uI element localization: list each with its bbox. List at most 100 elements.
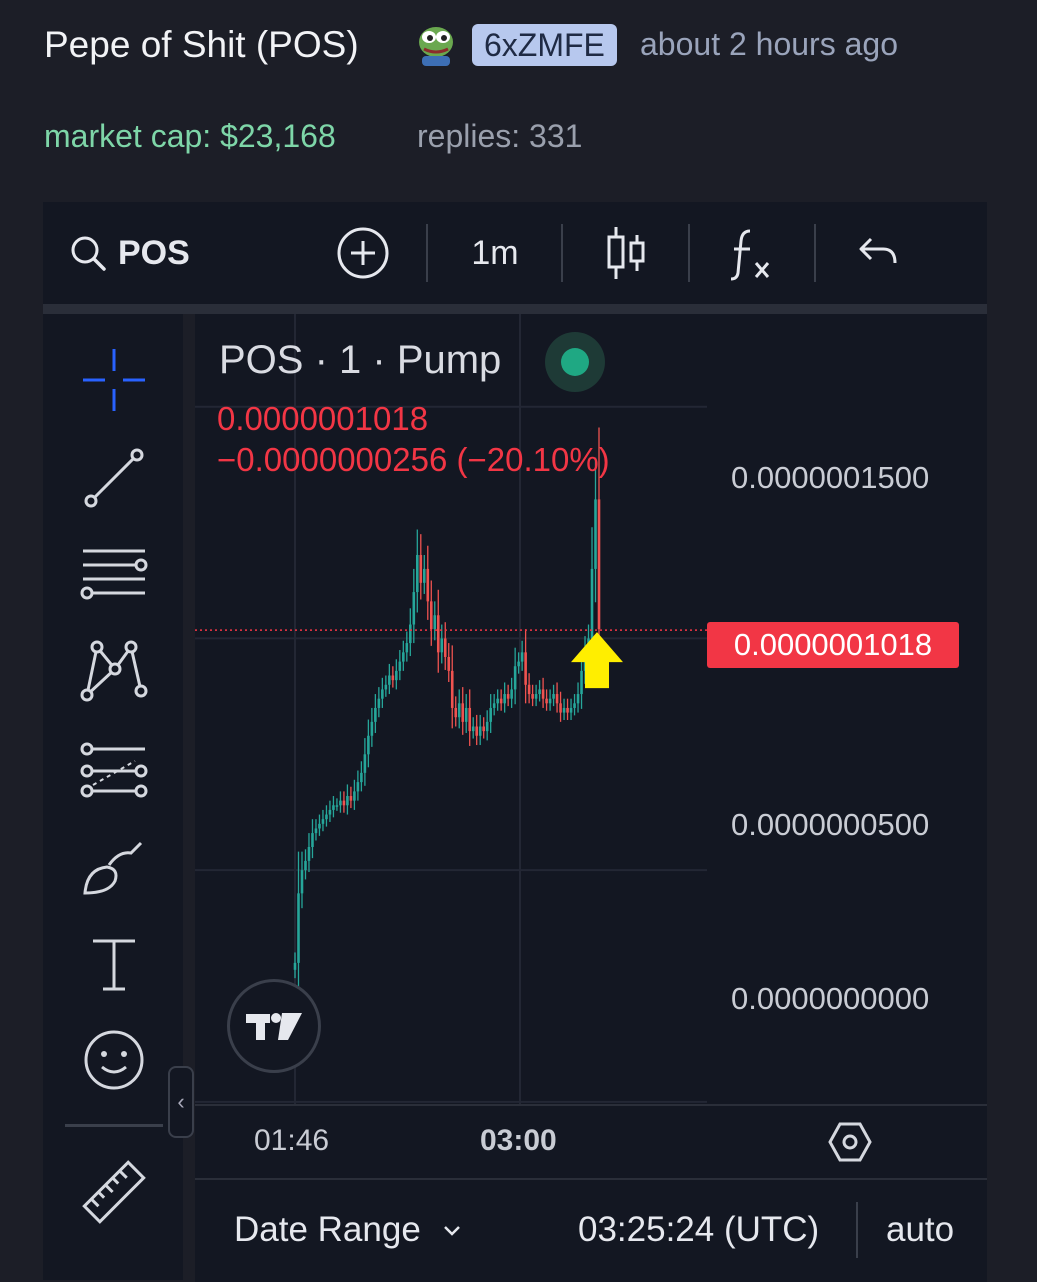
chart-settings-button[interactable]: [828, 1120, 872, 1164]
undo-button[interactable]: [852, 222, 902, 284]
ruler-tool[interactable]: [78, 1160, 150, 1224]
candle-body: [304, 860, 307, 871]
indicators-button[interactable]: [724, 222, 776, 284]
horizontal-lines-icon: [80, 549, 148, 600]
candle-body: [415, 555, 419, 593]
tradingview-logo[interactable]: [227, 979, 321, 1073]
date-range-button[interactable]: Date Range: [234, 1210, 463, 1250]
candle-body: [405, 643, 409, 653]
candle-body: [548, 698, 552, 704]
text-tool[interactable]: [78, 932, 150, 996]
collapse-toolbar-button[interactable]: ‹: [168, 1066, 194, 1138]
function-icon: [730, 229, 770, 281]
trendline-icon: [84, 448, 144, 508]
candle-body: [524, 652, 527, 685]
candle-body: [597, 499, 601, 630]
candle-body: [381, 689, 384, 699]
candles-icon: [607, 227, 645, 279]
candle-body: [576, 694, 580, 704]
candle-body: [580, 670, 583, 695]
search-icon: [71, 236, 106, 271]
candle-body: [342, 800, 346, 806]
pattern-tool[interactable]: [78, 640, 150, 704]
candle-body: [433, 615, 437, 630]
symbol-search-button[interactable]: POS: [68, 222, 200, 284]
emoji-tool[interactable]: [78, 1028, 150, 1092]
candle-body: [562, 707, 566, 713]
candle-body: [426, 568, 430, 602]
candle-body: [346, 796, 349, 806]
chart-type-button[interactable]: [600, 222, 652, 284]
candle-body: [360, 772, 363, 783]
y-tick-label: 0.0000000000: [731, 981, 930, 1016]
candle-body: [538, 689, 541, 695]
candle-body: [534, 694, 538, 699]
x-tick-label: 03:00: [480, 1124, 557, 1157]
pepe-avatar-icon: [414, 22, 458, 66]
last-price-tag: 0.0000001018: [707, 622, 959, 668]
candle-body: [468, 707, 472, 732]
interval-button[interactable]: 1m: [452, 222, 538, 284]
candle-body: [485, 721, 489, 732]
candle-body: [388, 675, 391, 685]
y-tick-label: 0.0000000500: [731, 807, 930, 842]
candle-body: [436, 615, 440, 653]
candle-body: [590, 568, 594, 639]
bottom-divider: [856, 1202, 858, 1258]
date-range-label: Date Range: [234, 1210, 421, 1249]
auto-scale-toggle[interactable]: auto: [886, 1210, 954, 1250]
candle-body: [517, 661, 520, 667]
smiley-icon: [84, 1030, 144, 1090]
candle-body: [318, 823, 321, 829]
candle-body: [339, 800, 342, 806]
candle-body: [363, 754, 367, 773]
candle-body: [559, 703, 562, 713]
candle-body: [461, 703, 465, 722]
candle-body: [422, 568, 426, 583]
token-title: Pepe of Shit (POS): [44, 24, 359, 65]
brush-icon: [83, 841, 143, 895]
candle-body: [300, 870, 304, 894]
candle-body: [353, 791, 356, 801]
y-tick-label: 0.0000001500: [731, 460, 930, 495]
candle-body: [325, 814, 328, 820]
candle-body: [412, 592, 416, 625]
chevron-left-icon: ‹: [177, 1089, 185, 1114]
hexagon-settings-icon: [828, 1122, 872, 1162]
legend-price: 0.0000001018: [217, 400, 429, 437]
chevron-down-icon: [443, 1226, 460, 1236]
tools-divider: [65, 1124, 163, 1127]
ruler-icon: [82, 1160, 146, 1224]
market-cap: market cap: $23,168: [44, 118, 336, 154]
candle-body: [552, 694, 555, 699]
candle-body: [447, 656, 451, 671]
candle-body: [573, 703, 576, 708]
candle-body: [450, 670, 454, 708]
fib-tool[interactable]: [78, 544, 150, 608]
created-time: about 2 hours ago: [640, 26, 898, 62]
candle-body: [496, 698, 499, 704]
candle-body: [335, 805, 339, 807]
brush-tool[interactable]: [78, 836, 150, 900]
candle-body: [391, 675, 395, 681]
token-address-badge[interactable]: 6xZMFE: [472, 24, 617, 66]
legend-change: −0.0000000256 (−20.10%): [217, 441, 610, 478]
candle-body: [311, 833, 314, 848]
forecast-tool[interactable]: [78, 740, 150, 804]
candle-body: [293, 962, 297, 970]
candle-body: [569, 707, 573, 713]
candle-body: [506, 694, 510, 699]
crosshair-icon: [83, 349, 145, 411]
candle-body: [398, 661, 402, 671]
crosshair-tool[interactable]: [78, 348, 150, 412]
compare-button[interactable]: [334, 222, 392, 284]
candle-body: [513, 666, 517, 690]
utc-clock[interactable]: 03:25:24 (UTC): [578, 1210, 819, 1250]
xabcd-pattern-icon: [80, 640, 148, 702]
candle-body: [454, 707, 458, 718]
trendline-tool[interactable]: [78, 446, 150, 510]
candle-body: [332, 805, 335, 810]
candle-body: [402, 652, 405, 662]
market-open-dot: [561, 348, 589, 376]
candle-body: [377, 698, 381, 708]
